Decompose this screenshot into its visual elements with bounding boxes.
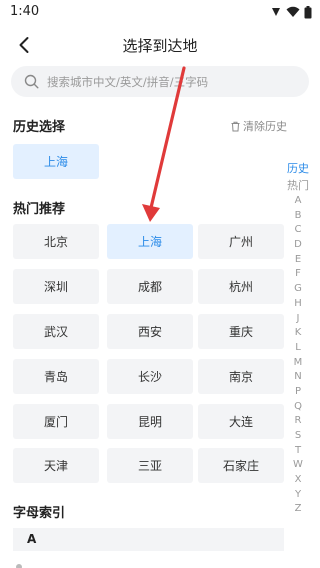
index-item[interactable]: X bbox=[285, 473, 311, 488]
header: 选择到达地 bbox=[0, 30, 320, 60]
search-icon bbox=[24, 74, 39, 89]
signal-icon bbox=[272, 8, 280, 16]
search-input[interactable] bbox=[47, 66, 297, 97]
trash-icon bbox=[231, 121, 240, 131]
hot-city-label: 杭州 bbox=[228, 280, 253, 294]
letter-section-header: A bbox=[13, 528, 284, 551]
history-title: 历史选择 bbox=[13, 120, 66, 135]
page-title: 选择到达地 bbox=[122, 37, 198, 55]
hot-city-label: 深圳 bbox=[43, 280, 68, 294]
index-item[interactable]: 历史 bbox=[285, 160, 311, 177]
index-item[interactable]: F bbox=[285, 267, 311, 282]
index-item[interactable]: W bbox=[285, 458, 311, 473]
index-item[interactable]: Q bbox=[285, 400, 311, 415]
hot-city-chip[interactable]: 上海 bbox=[107, 224, 193, 259]
hot-city-chip[interactable]: 天津 bbox=[13, 448, 99, 483]
letters-title: 字母索引 bbox=[13, 506, 66, 521]
status-bar: 1:40 bbox=[0, 0, 320, 24]
clear-history-label: 清除历史 bbox=[243, 120, 287, 133]
hot-city-label: 大连 bbox=[228, 415, 253, 429]
hot-city-label: 重庆 bbox=[228, 325, 253, 339]
hot-city-chip[interactable]: 重庆 bbox=[198, 314, 284, 349]
hot-city-chip[interactable]: 南京 bbox=[198, 359, 284, 394]
status-time: 1:40 bbox=[10, 4, 40, 19]
hot-city-chip[interactable]: 广州 bbox=[198, 224, 284, 259]
hot-city-label: 三亚 bbox=[137, 459, 162, 473]
index-item[interactable]: G bbox=[285, 282, 311, 297]
hot-city-chip[interactable]: 昆明 bbox=[107, 404, 193, 439]
hot-city-label: 广州 bbox=[228, 235, 253, 249]
index-item[interactable]: S bbox=[285, 429, 311, 444]
alphabet-index: 历史 热门 A B C D E F G H J K L M N P Q R S T W X Y Z bbox=[285, 160, 311, 517]
hot-city-chip[interactable]: 成都 bbox=[107, 269, 193, 304]
history-chip-label: 上海 bbox=[43, 155, 68, 169]
clear-history-button[interactable]: 清除历史 bbox=[230, 118, 287, 134]
index-item[interactable]: H bbox=[285, 297, 311, 312]
status-icons bbox=[270, 5, 312, 19]
hot-city-chip[interactable]: 北京 bbox=[13, 224, 99, 259]
hot-city-label: 青岛 bbox=[43, 370, 68, 384]
hot-city-chip[interactable]: 青岛 bbox=[13, 359, 99, 394]
hot-city-chip[interactable]: 大连 bbox=[198, 404, 284, 439]
hot-city-label: 成都 bbox=[137, 280, 162, 294]
index-item[interactable]: T bbox=[285, 444, 311, 459]
hot-city-chip[interactable]: 杭州 bbox=[198, 269, 284, 304]
search-box[interactable] bbox=[11, 66, 309, 97]
index-item[interactable]: M bbox=[285, 356, 311, 371]
index-item[interactable]: C bbox=[285, 223, 311, 238]
hot-title: 热门推荐 bbox=[13, 202, 66, 217]
index-item[interactable]: 热门 bbox=[285, 177, 311, 194]
index-item[interactable]: D bbox=[285, 238, 311, 253]
hot-city-chip[interactable]: 三亚 bbox=[107, 448, 193, 483]
list-item-partial bbox=[13, 560, 25, 568]
hot-city-label: 北京 bbox=[43, 235, 68, 249]
hot-city-label: 南京 bbox=[228, 370, 253, 384]
hot-city-label: 天津 bbox=[43, 459, 68, 473]
hot-city-label: 石家庄 bbox=[222, 459, 259, 473]
index-item[interactable]: L bbox=[285, 341, 311, 356]
battery-icon bbox=[304, 5, 312, 18]
index-item[interactable]: A bbox=[285, 194, 311, 209]
hot-city-label: 上海 bbox=[137, 235, 162, 249]
index-item[interactable]: K bbox=[285, 326, 311, 341]
index-item[interactable]: P bbox=[285, 385, 311, 400]
hot-city-chip[interactable]: 西安 bbox=[107, 314, 193, 349]
hot-city-label: 武汉 bbox=[43, 325, 68, 339]
hot-city-chip[interactable]: 武汉 bbox=[13, 314, 99, 349]
history-chip[interactable]: 上海 bbox=[13, 144, 99, 179]
index-item[interactable]: N bbox=[285, 370, 311, 385]
hot-city-chip[interactable]: 长沙 bbox=[107, 359, 193, 394]
hot-city-label: 厦门 bbox=[43, 415, 68, 429]
hot-city-chip[interactable]: 厦门 bbox=[13, 404, 99, 439]
hot-city-label: 昆明 bbox=[137, 415, 162, 429]
index-item[interactable]: Y bbox=[285, 488, 311, 503]
index-item[interactable]: B bbox=[285, 209, 311, 224]
index-item[interactable]: R bbox=[285, 414, 311, 429]
location-icon bbox=[16, 564, 22, 568]
wifi-icon bbox=[286, 6, 300, 17]
hot-city-chip[interactable]: 石家庄 bbox=[198, 448, 284, 483]
hot-city-label: 西安 bbox=[137, 325, 162, 339]
index-item[interactable]: Z bbox=[285, 502, 311, 517]
hot-city-chip[interactable]: 深圳 bbox=[13, 269, 99, 304]
hot-city-label: 长沙 bbox=[137, 370, 162, 384]
index-item[interactable]: J bbox=[285, 312, 311, 327]
index-item[interactable]: E bbox=[285, 253, 311, 268]
